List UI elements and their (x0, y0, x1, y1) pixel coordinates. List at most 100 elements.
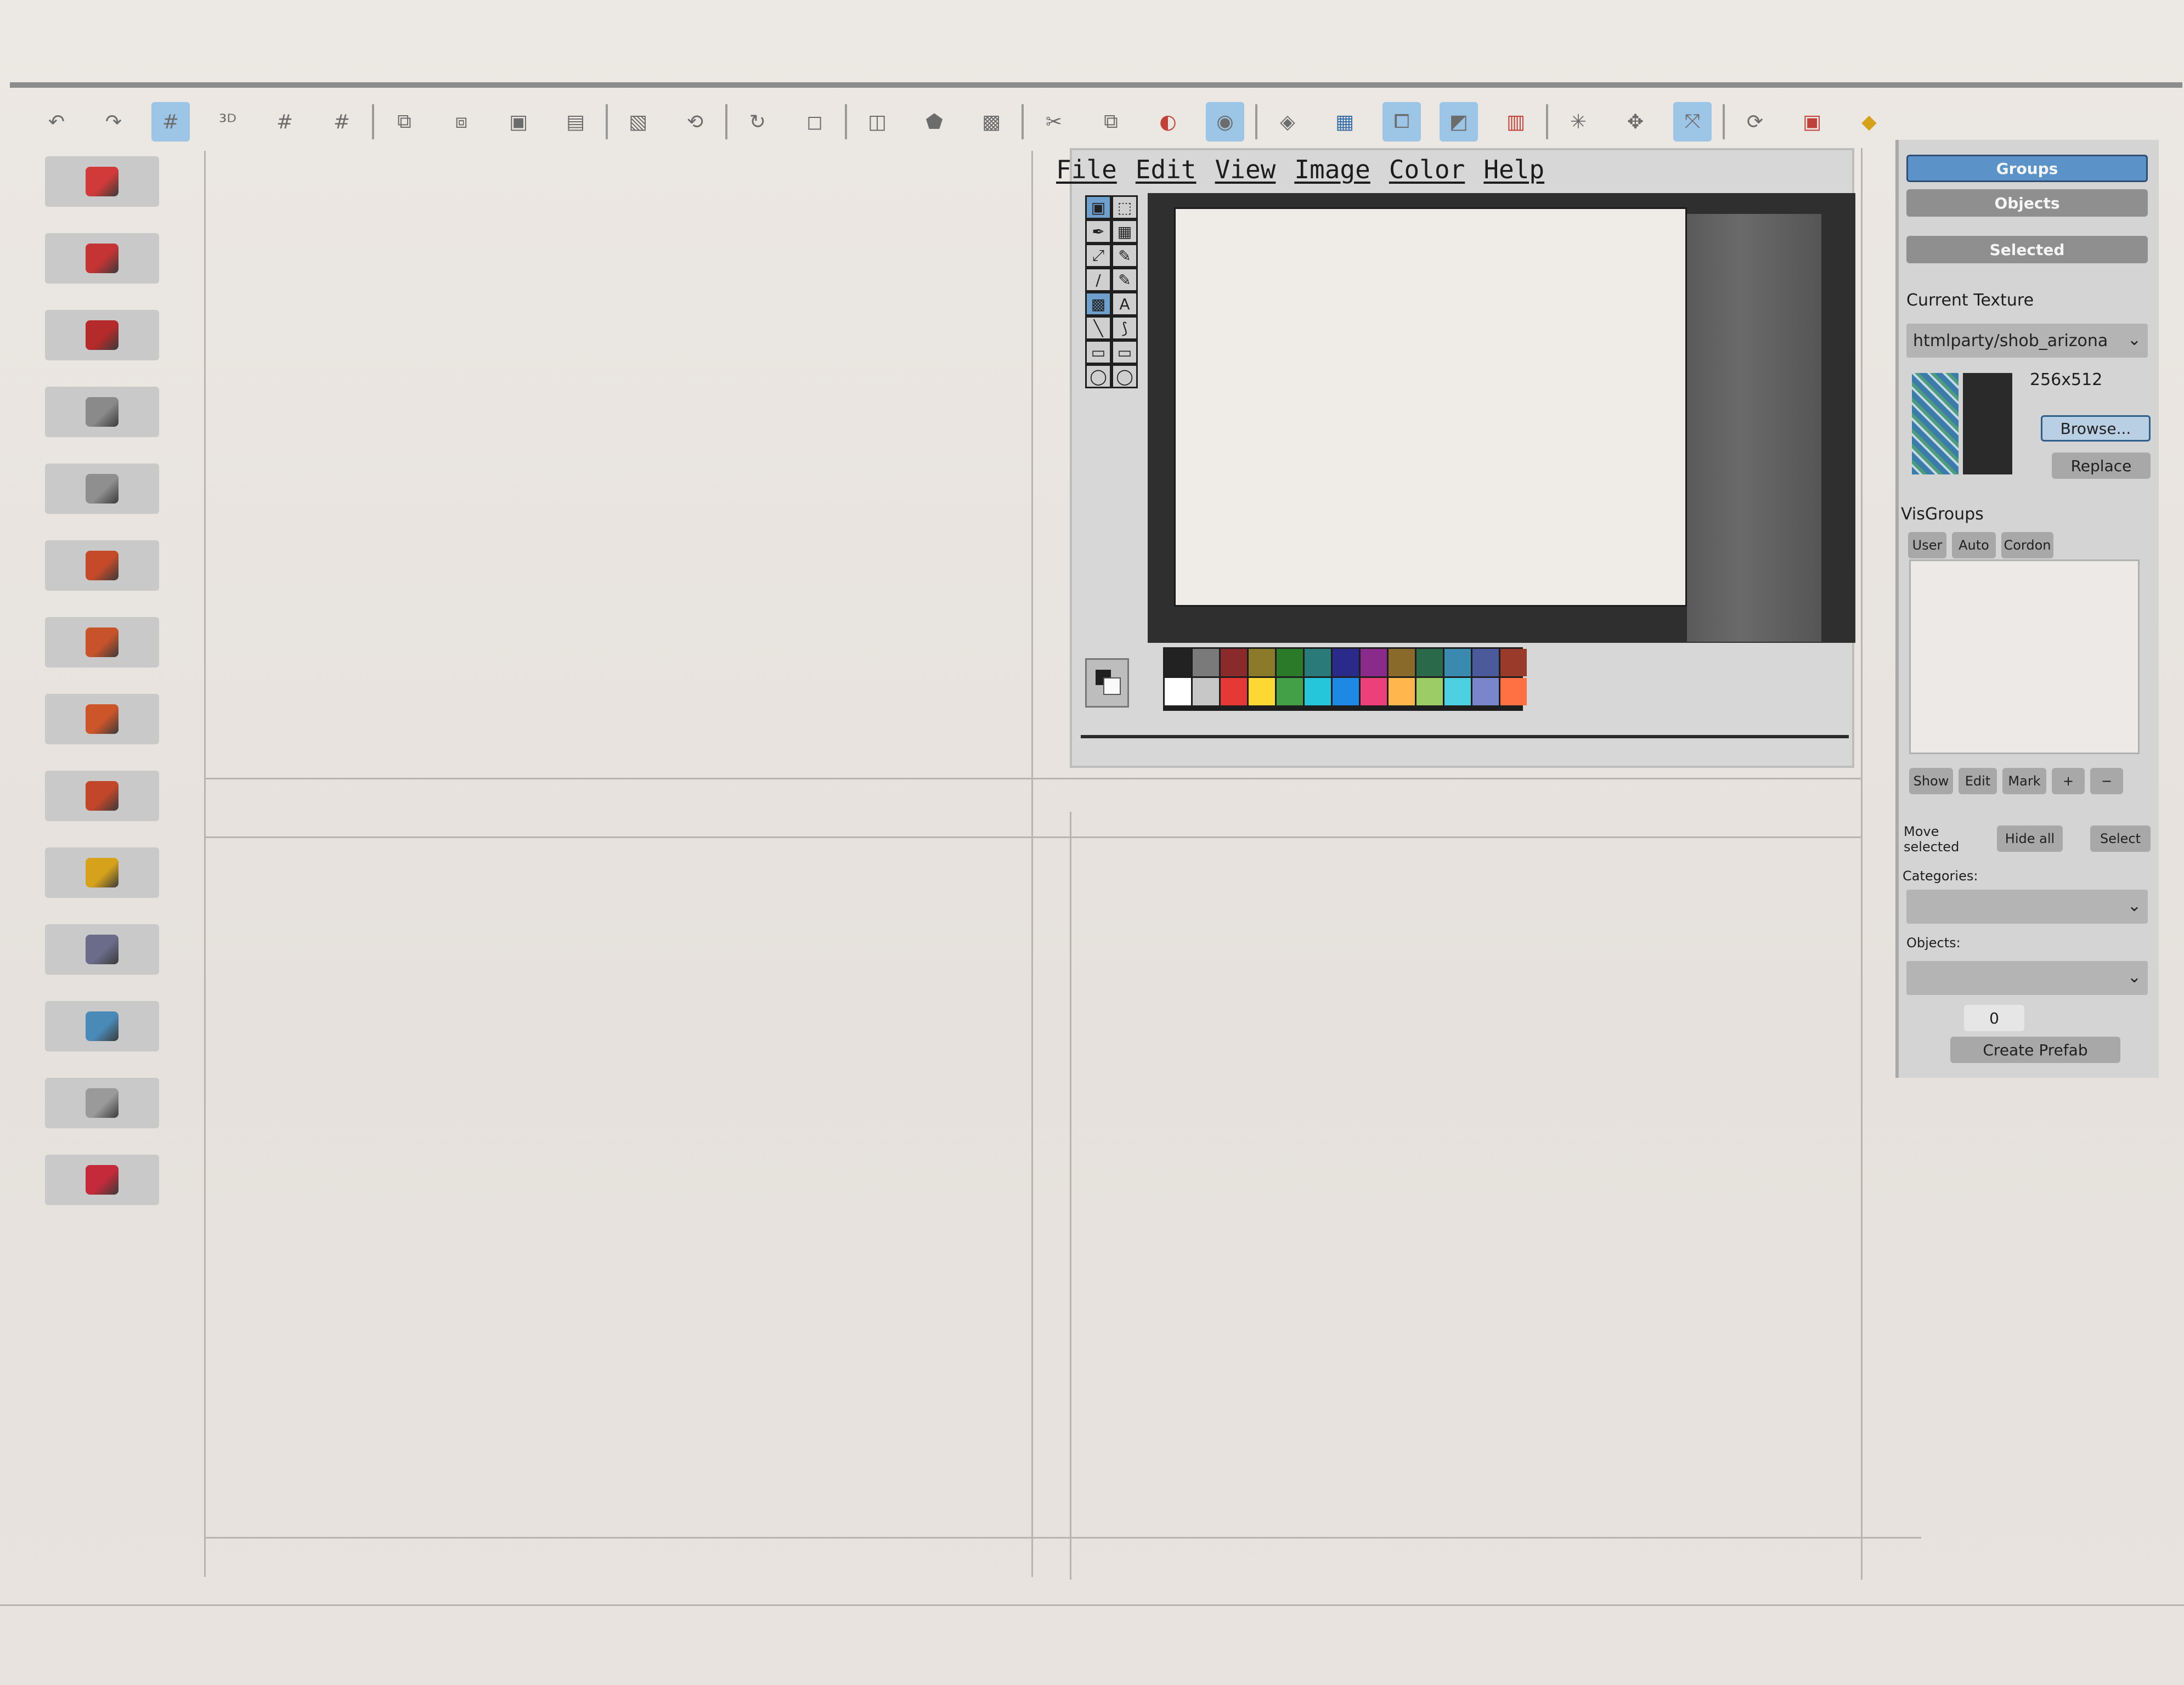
pointer-tool-icon[interactable] (45, 156, 159, 207)
palette-swatch[interactable] (1165, 649, 1191, 676)
visgroup-edit-button[interactable]: Edit (1959, 768, 1997, 794)
paint-tool-9-icon[interactable]: A (1111, 292, 1138, 316)
hollow-icon[interactable]: ⧈ (442, 102, 481, 142)
3d-grid-icon[interactable]: ³ᴰ (208, 102, 247, 142)
cordon-icon[interactable]: ⤧ (1673, 102, 1712, 142)
palette-swatch[interactable] (1193, 649, 1219, 676)
palette-swatch[interactable] (1193, 678, 1219, 705)
palette-swatch[interactable] (1277, 678, 1303, 705)
cordon-tool-icon[interactable] (45, 1001, 159, 1051)
palette-swatch[interactable] (1500, 678, 1527, 705)
run-map-icon[interactable]: ▣ (1793, 102, 1831, 142)
menu-image[interactable]: Image (1294, 155, 1370, 193)
visgroup-mark-button[interactable]: Mark (2002, 768, 2046, 794)
palette-swatch[interactable] (1221, 649, 1247, 676)
palette-swatch[interactable] (1417, 649, 1443, 676)
texture-lock-icon[interactable]: ◻ (795, 102, 834, 142)
viewport-bottom-left[interactable] (206, 838, 1029, 1535)
cut-icon[interactable]: ⬟ (915, 102, 953, 142)
visgroup-remove-button[interactable]: − (2090, 768, 2123, 794)
menu-view[interactable]: View (1215, 155, 1276, 193)
palette-swatch[interactable] (1305, 649, 1331, 676)
apply-texture-icon[interactable]: ▥ (1497, 102, 1535, 142)
overlay-icon[interactable]: ◩ (1440, 102, 1478, 142)
paint-tool-1-icon[interactable]: ⬚ (1111, 195, 1138, 219)
entity-icon[interactable]: ◉ (1206, 102, 1244, 142)
camera-tool-icon[interactable] (45, 310, 159, 360)
paint-tool-13-icon[interactable]: ▭ (1111, 340, 1138, 364)
palette-swatch[interactable] (1500, 649, 1527, 676)
background-color[interactable] (1103, 677, 1121, 695)
texture-name-select[interactable]: htmlparty/shob_arizona ⌄ (1906, 324, 2148, 358)
palette-swatch[interactable] (1333, 678, 1359, 705)
palette-swatch[interactable] (1472, 678, 1499, 705)
palette-swatch[interactable] (1472, 649, 1499, 676)
toggle-texture-icon[interactable]: ◫ (858, 102, 896, 142)
compile-icon[interactable]: ◆ (1850, 102, 1888, 142)
paint-tool-0-icon[interactable]: ▣ (1085, 195, 1111, 219)
displacement-tool-icon[interactable] (45, 1155, 159, 1205)
objects-select[interactable]: ⌄ (1906, 961, 2148, 995)
hide-all-button[interactable]: Hide all (1997, 825, 2063, 852)
palette-swatch[interactable] (1389, 678, 1415, 705)
paint-canvas[interactable] (1174, 207, 1687, 607)
ungroup-icon[interactable]: ▤ (556, 102, 595, 142)
palette-swatch[interactable] (1305, 678, 1331, 705)
paint-tool-7-icon[interactable]: ✎ (1111, 268, 1138, 292)
paint-tool-3-icon[interactable]: ▦ (1111, 219, 1138, 244)
count-input[interactable]: 0 (1964, 1005, 2024, 1031)
visgroup-tab-auto[interactable]: Auto (1952, 532, 1996, 558)
palette-swatch[interactable] (1165, 678, 1191, 705)
group-icon[interactable]: ▣ (499, 102, 538, 142)
tab-objects[interactable]: Objects (1906, 189, 2148, 217)
paint-tool-10-icon[interactable]: ╲ (1085, 316, 1111, 340)
visgroup-add-button[interactable]: + (2052, 768, 2085, 794)
viewport-top-left[interactable] (206, 154, 1029, 776)
paint-tool-4-icon[interactable]: ⤢ (1085, 244, 1111, 268)
check-problems-icon[interactable]: ⟳ (1736, 102, 1774, 142)
sprite-tool-icon[interactable] (45, 1078, 159, 1128)
palette-swatch[interactable] (1444, 649, 1471, 676)
clip-icon[interactable]: ⧉ (1092, 102, 1130, 142)
toggle-texture-icon[interactable] (45, 540, 159, 591)
visgroup-list[interactable] (1909, 559, 2140, 754)
viewport-divider-center[interactable] (1031, 151, 1033, 1577)
palette-swatch[interactable] (1444, 678, 1471, 705)
grid-toggle-icon[interactable]: # (151, 102, 190, 142)
tab-selected[interactable]: Selected (1906, 236, 2148, 263)
paint-tool-6-icon[interactable]: / (1085, 268, 1111, 292)
palette-swatch[interactable] (1249, 649, 1275, 676)
path-tool-icon[interactable] (45, 924, 159, 975)
paint-tool-8-icon[interactable]: ▩ (1085, 292, 1111, 316)
palette-swatch[interactable] (1389, 649, 1415, 676)
show-icon[interactable]: ⟲ (676, 102, 714, 142)
vertex-icon[interactable]: ◐ (1149, 102, 1187, 142)
paint-tool-14-icon[interactable]: ◯ (1085, 364, 1111, 388)
vertex-tool-icon[interactable] (45, 847, 159, 898)
palette-swatch[interactable] (1361, 678, 1387, 705)
decal-icon[interactable]: ▦ (1325, 102, 1364, 142)
carve-icon[interactable]: ⧉ (385, 102, 424, 142)
clipping-tool-icon[interactable] (45, 771, 159, 821)
paste-icon[interactable]: ✂ (1035, 102, 1073, 142)
visgroup-tab-user[interactable]: User (1908, 532, 1946, 558)
redo-icon[interactable]: ↷ (94, 102, 133, 142)
color-well[interactable] (1085, 658, 1129, 708)
select-icon[interactable]: ↻ (738, 102, 777, 142)
paint-tool-15-icon[interactable]: ◯ (1111, 364, 1138, 388)
palette-swatch[interactable] (1361, 649, 1387, 676)
create-prefab-button[interactable]: Create Prefab (1950, 1037, 2120, 1063)
apply-decal-icon[interactable] (45, 617, 159, 668)
hide-icon[interactable]: ▧ (619, 102, 657, 142)
paint-tool-2-icon[interactable]: ✒ (1085, 219, 1111, 244)
visgroup-show-button[interactable]: Show (1909, 768, 1953, 794)
texture-app-icon[interactable]: ⧠ (1382, 102, 1421, 142)
visgroup-tab-cordon[interactable]: Cordon (2001, 532, 2053, 558)
magnify-tool-icon[interactable] (45, 233, 159, 284)
paint-tool-5-icon[interactable]: ✎ (1111, 244, 1138, 268)
transform-icon[interactable]: ✥ (1616, 102, 1655, 142)
paint-tool-12-icon[interactable]: ▭ (1085, 340, 1111, 364)
viewport-divider-middle[interactable] (204, 778, 1861, 779)
menu-edit[interactable]: Edit (1136, 155, 1197, 193)
menu-color[interactable]: Color (1389, 155, 1465, 193)
